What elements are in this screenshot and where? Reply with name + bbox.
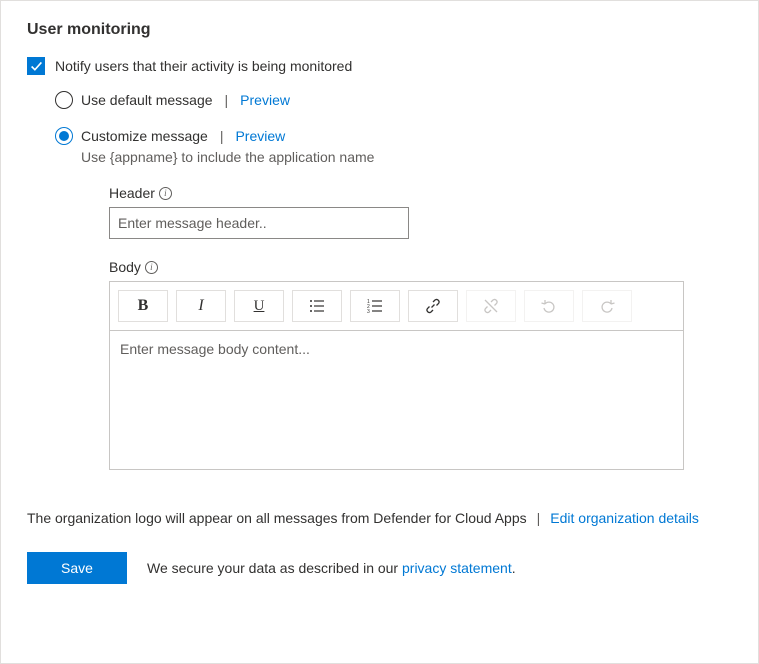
default-preview-link[interactable]: Preview bbox=[240, 92, 290, 108]
custom-form: Header i Body i B I U 123 bbox=[109, 185, 732, 470]
privacy-text: We secure your data as described in our … bbox=[147, 560, 516, 576]
org-logo-note: The organization logo will appear on all… bbox=[27, 510, 527, 526]
unlink-icon bbox=[483, 298, 499, 314]
radio-group: Use default message | Preview Customize … bbox=[55, 91, 732, 470]
edit-org-details-link[interactable]: Edit organization details bbox=[550, 510, 699, 526]
radio-selected-icon[interactable] bbox=[55, 127, 73, 145]
customize-hint: Use {appname} to include the application… bbox=[81, 149, 732, 165]
editor-toolbar: B I U 123 bbox=[109, 281, 684, 330]
default-message-option[interactable]: Use default message | Preview bbox=[55, 91, 732, 109]
notify-checkbox-row[interactable]: Notify users that their activity is bein… bbox=[27, 57, 732, 75]
italic-button[interactable]: I bbox=[176, 290, 226, 322]
header-input[interactable] bbox=[109, 207, 409, 239]
numbered-list-button[interactable]: 123 bbox=[350, 290, 400, 322]
customize-preview-link[interactable]: Preview bbox=[235, 128, 285, 144]
redo-button bbox=[582, 290, 632, 322]
undo-icon bbox=[541, 298, 557, 314]
underline-button[interactable]: U bbox=[234, 290, 284, 322]
body-label: Body i bbox=[109, 259, 732, 275]
unlink-button bbox=[466, 290, 516, 322]
redo-icon bbox=[599, 298, 615, 314]
italic-icon: I bbox=[198, 297, 203, 315]
customize-message-label: Customize message bbox=[81, 128, 208, 144]
undo-button bbox=[524, 290, 574, 322]
info-icon[interactable]: i bbox=[145, 261, 158, 274]
section-title: User monitoring bbox=[27, 21, 732, 39]
numbered-list-icon: 123 bbox=[367, 298, 383, 314]
check-icon bbox=[30, 60, 43, 73]
underline-icon: U bbox=[254, 298, 265, 315]
link-button[interactable] bbox=[408, 290, 458, 322]
header-label: Header i bbox=[109, 185, 732, 201]
customize-message-option[interactable]: Customize message | Preview bbox=[55, 127, 732, 145]
bullet-list-button[interactable] bbox=[292, 290, 342, 322]
notify-checkbox[interactable] bbox=[27, 57, 45, 75]
org-logo-note-row: The organization logo will appear on all… bbox=[27, 510, 732, 526]
info-icon[interactable]: i bbox=[159, 187, 172, 200]
bold-icon: B bbox=[138, 297, 149, 315]
bold-button[interactable]: B bbox=[118, 290, 168, 322]
default-message-label: Use default message bbox=[81, 92, 213, 108]
svg-text:3: 3 bbox=[367, 309, 370, 314]
notify-label: Notify users that their activity is bein… bbox=[55, 58, 352, 74]
user-monitoring-panel: User monitoring Notify users that their … bbox=[0, 0, 759, 664]
link-icon bbox=[425, 298, 441, 314]
body-editor[interactable]: Enter message body content... bbox=[109, 330, 684, 470]
privacy-statement-link[interactable]: privacy statement bbox=[402, 560, 512, 576]
radio-unselected-icon[interactable] bbox=[55, 91, 73, 109]
bullet-list-icon bbox=[309, 298, 325, 314]
save-button[interactable]: Save bbox=[27, 552, 127, 584]
footer: Save We secure your data as described in… bbox=[27, 552, 732, 584]
